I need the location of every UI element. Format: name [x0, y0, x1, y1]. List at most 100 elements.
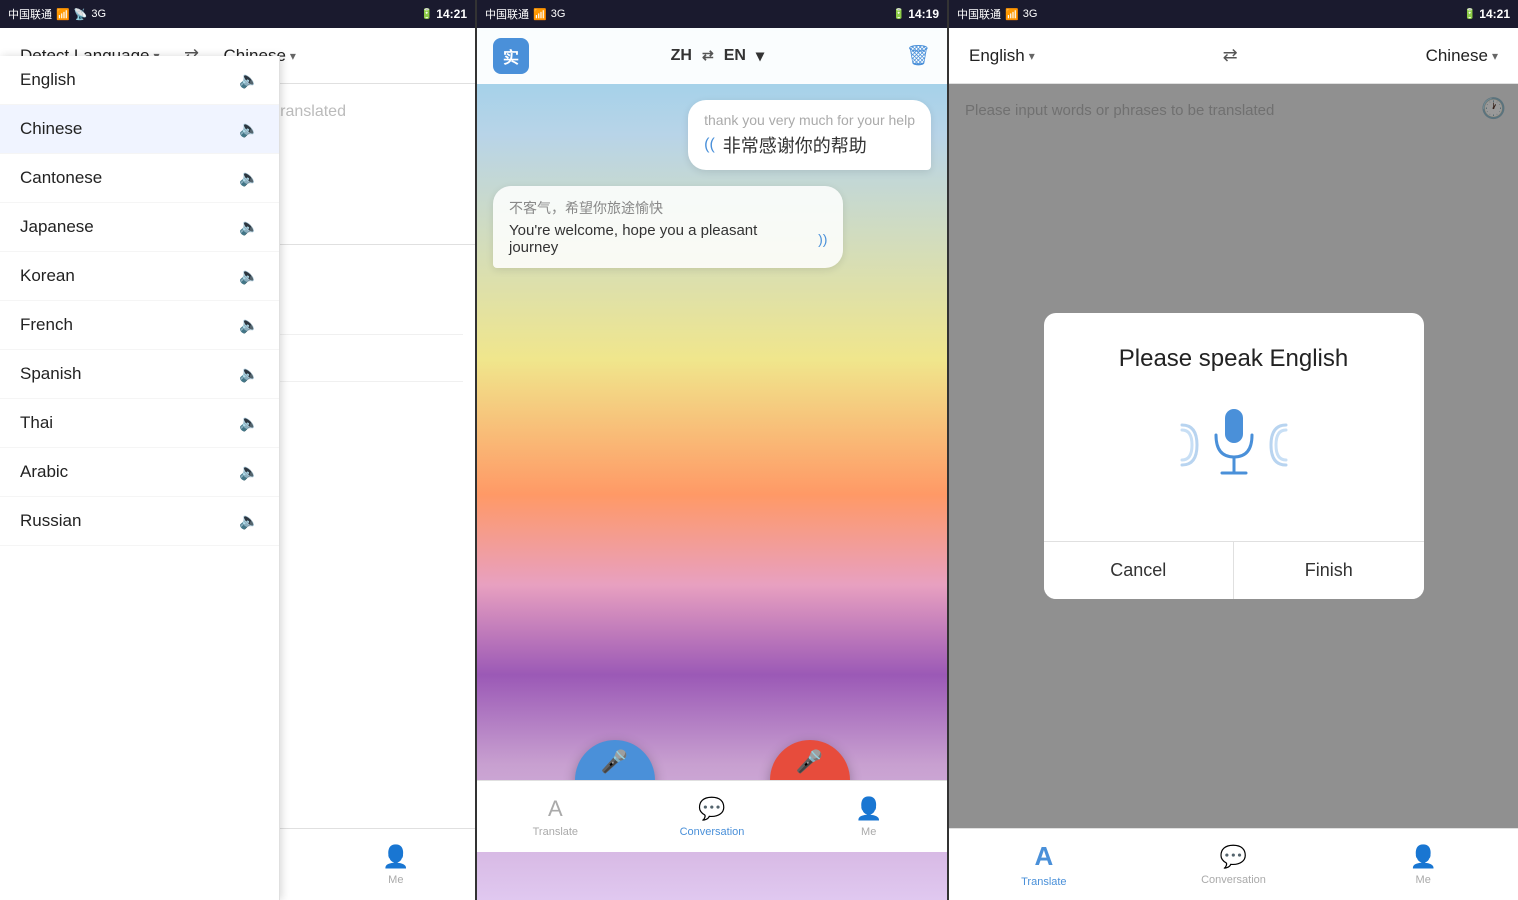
- chat-bubble-left: 不客气，希望你旅途愉快 You're welcome, hope you a p…: [493, 186, 843, 268]
- p3-input-area[interactable]: Please input words or phrases to be tran…: [949, 84, 1518, 828]
- toolbar-3: English ▾ ⇄ Chinese ▾: [949, 28, 1518, 84]
- dropdown-label-russian: Russian: [20, 511, 81, 531]
- swap-btn-3[interactable]: ⇄: [1214, 40, 1246, 72]
- dropdown-item-arabic[interactable]: Arabic 🔈: [0, 448, 279, 497]
- speaker-wave-icon: )): [818, 231, 827, 247]
- dropdown-label-cantonese: Cantonese: [20, 168, 102, 188]
- speaker-icon-english: 🔈: [239, 70, 259, 90]
- finish-btn[interactable]: Finish: [1234, 542, 1424, 599]
- bottom-nav-3: A Translate 💬 Conversation 👤 Me: [949, 828, 1518, 900]
- right-waves: [1266, 415, 1306, 475]
- dropdown-label-spanish: Spanish: [20, 364, 81, 384]
- dropdown-label-arabic: Arabic: [20, 462, 68, 482]
- dropdown-label-thai: Thai: [20, 413, 53, 433]
- carrier-3: 中国联通: [957, 6, 1001, 22]
- signal-icon-1: 📶: [56, 8, 70, 21]
- nav-me-label-2: Me: [861, 826, 876, 838]
- lang-from-chevron-3: ▾: [1029, 49, 1035, 63]
- nav-me-label-3: Me: [1416, 874, 1431, 886]
- cancel-btn[interactable]: Cancel: [1044, 542, 1235, 599]
- real-btn-label: 实: [503, 44, 519, 68]
- dropdown-label-korean: Korean: [20, 266, 75, 286]
- wifi-icon-1: 📡: [74, 8, 88, 21]
- nav-me-label-1: Me: [388, 874, 403, 886]
- language-dropdown: English 🔈 Chinese 🔈 Cantonese 🔈 Japanese…: [0, 56, 280, 900]
- signal-icon-2: 📶: [533, 8, 547, 21]
- mic-icon-right: 🎤: [796, 749, 823, 775]
- modal-content: Please speak English: [1044, 313, 1424, 541]
- status-right-1: 🔋 14:21: [421, 7, 467, 21]
- lang-from-btn-3[interactable]: English ▾: [961, 42, 1043, 70]
- speaker-icon-japanese: 🔈: [239, 217, 259, 237]
- dropdown-item-french[interactable]: French 🔈: [0, 301, 279, 350]
- right-wave-svg: [1266, 415, 1306, 475]
- conv-lang-to: EN: [724, 47, 746, 65]
- battery-icon-3: 🔋: [1464, 9, 1476, 20]
- nav-me-1[interactable]: 👤 Me: [317, 836, 475, 894]
- dropdown-label-french: French: [20, 315, 73, 335]
- me-nav-icon-1: 👤: [382, 844, 409, 870]
- dropdown-item-english[interactable]: English 🔈: [0, 56, 279, 105]
- status-left-3: 中国联通 📶 3G: [957, 6, 1037, 22]
- conv-lang-to-chevron: ▾: [756, 46, 764, 66]
- nav-translate-2[interactable]: A Translate: [477, 788, 634, 846]
- dropdown-label-chinese: Chinese: [20, 119, 82, 139]
- status-left-1: 中国联通 📶 📡 3G: [8, 6, 106, 22]
- conversation-nav-icon-2: 💬: [698, 796, 725, 822]
- bubble-zh-text-1: (( 非常感谢你的帮助: [704, 132, 915, 158]
- dropdown-item-cantonese[interactable]: Cantonese 🔈: [0, 154, 279, 203]
- status-right-3: 🔋 14:21: [1464, 7, 1510, 21]
- status-bar-1: 中国联通 📶 📡 3G 🔋 14:21: [0, 0, 475, 28]
- dropdown-item-russian[interactable]: Russian 🔈: [0, 497, 279, 546]
- nav-translate-label-3: Translate: [1021, 876, 1066, 888]
- speaker-icon-cantonese: 🔈: [239, 168, 259, 188]
- speaker-icon-spanish: 🔈: [239, 364, 259, 384]
- left-wave-svg: [1162, 415, 1202, 475]
- panel-translate: 中国联通 📶 📡 3G 🔋 14:21 Detect Language ▾ ⇄ …: [0, 0, 475, 900]
- bottom-nav-2: A Translate 💬 Conversation 👤 Me: [477, 780, 947, 852]
- battery-icon-1: 🔋: [421, 9, 433, 20]
- nav-translate-label-2: Translate: [533, 826, 578, 838]
- real-mode-btn[interactable]: 实: [493, 38, 529, 74]
- speak-modal: Please speak English: [1044, 313, 1424, 599]
- panel-conversation: 中国联通 📶 3G 🔋 14:19 实 ZH ⇄ EN ▾ 🗑 thank yo…: [477, 0, 947, 900]
- nav-me-2[interactable]: 👤 Me: [790, 788, 947, 846]
- panel-speak: 中国联通 📶 3G 🔋 14:21 English ▾ ⇄ Chinese ▾ …: [949, 0, 1518, 900]
- speaker-icon-thai: 🔈: [239, 413, 259, 433]
- signal-icon-3: 📶: [1005, 8, 1019, 21]
- wave-prefix: ((: [704, 136, 715, 154]
- nav-translate-3[interactable]: A Translate: [949, 833, 1139, 896]
- dropdown-item-japanese[interactable]: Japanese 🔈: [0, 203, 279, 252]
- dropdown-item-spanish[interactable]: Spanish 🔈: [0, 350, 279, 399]
- modal-actions: Cancel Finish: [1044, 541, 1424, 599]
- status-bar-3: 中国联通 📶 3G 🔋 14:21: [949, 0, 1518, 28]
- time-2: 14:19: [908, 7, 939, 21]
- nav-me-3[interactable]: 👤 Me: [1328, 836, 1518, 894]
- speak-modal-overlay: Please speak English: [949, 84, 1518, 828]
- conv-lang-display: ZH ⇄ EN ▾: [671, 46, 764, 66]
- conv-toolbar: 实 ZH ⇄ EN ▾ 🗑: [477, 28, 947, 84]
- dropdown-item-chinese[interactable]: Chinese 🔈: [0, 105, 279, 154]
- me-nav-icon-3: 👤: [1409, 844, 1436, 870]
- carrier-2: 中国联通: [485, 6, 529, 22]
- conv-lang-from: ZH: [671, 47, 692, 65]
- nav-conversation-2[interactable]: 💬 Conversation: [634, 788, 791, 846]
- bubble-en-content-2: You're welcome, hope you a pleasant jour…: [509, 222, 810, 256]
- nav-conversation-3[interactable]: 💬 Conversation: [1139, 836, 1329, 894]
- lang-from-label-3: English: [969, 46, 1025, 66]
- status-bar-2: 中国联通 📶 3G 🔋 14:19: [477, 0, 947, 28]
- lang-to-btn-3[interactable]: Chinese ▾: [1418, 42, 1506, 70]
- chat-bubble-right: thank you very much for your help (( 非常感…: [688, 100, 931, 170]
- dropdown-item-korean[interactable]: Korean 🔈: [0, 252, 279, 301]
- conversation-nav-icon-3: 💬: [1220, 844, 1247, 870]
- trash-btn[interactable]: 🗑: [906, 43, 931, 68]
- mic-icon-left: 🎤: [601, 749, 628, 775]
- carrier-1: 中国联通: [8, 6, 52, 22]
- mic-center: [1208, 405, 1260, 485]
- network-3: 3G: [1023, 8, 1038, 20]
- dropdown-item-thai[interactable]: Thai 🔈: [0, 399, 279, 448]
- conv-swap-icon[interactable]: ⇄: [702, 47, 714, 64]
- mic-visual: [1068, 405, 1400, 485]
- me-nav-icon-2: 👤: [855, 796, 882, 822]
- nav-conversation-label-3: Conversation: [1201, 874, 1266, 886]
